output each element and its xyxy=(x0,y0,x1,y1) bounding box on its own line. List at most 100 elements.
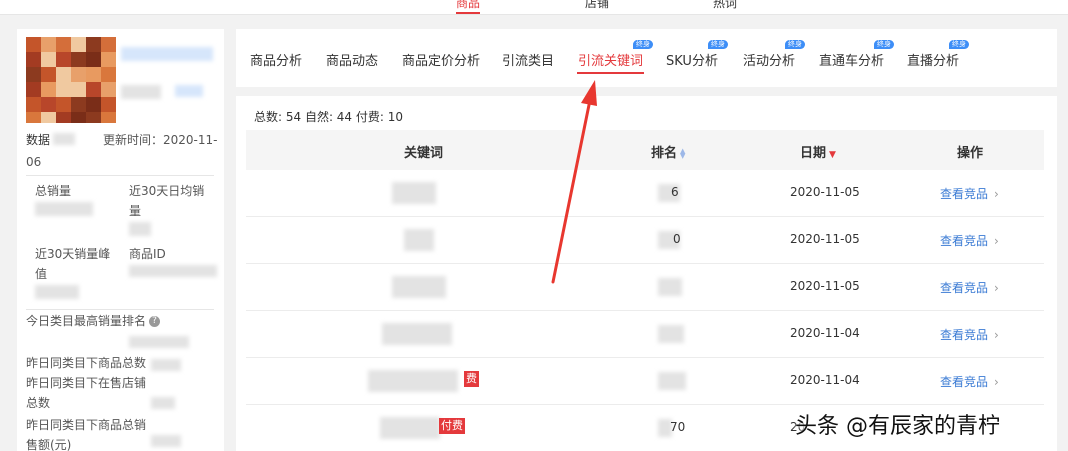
product-info-panel: 数据 更新时间：2020-11- 06 总销量 近30天日均销 量 近30天销量… xyxy=(17,29,224,451)
tab-product-dynamics[interactable]: 商品动态 xyxy=(326,50,378,69)
thumbnail-pixel xyxy=(101,112,116,123)
watermark: 头条 @有辰家的青柠 xyxy=(795,414,1000,439)
tab-live-analysis[interactable]: 直播分析 终身 xyxy=(907,40,970,69)
yesterday-shops-label: 昨日同类目下在售店铺 xyxy=(26,376,147,390)
help-icon[interactable]: ? xyxy=(149,316,161,327)
date-value: 2020-11-04 xyxy=(790,326,860,340)
redacted-shop xyxy=(121,85,161,99)
redacted-peak xyxy=(35,285,79,299)
lifetime-badge: 终身 xyxy=(949,40,970,49)
redacted-sales xyxy=(151,435,181,447)
thumbnail-pixel xyxy=(101,97,116,112)
avg-sales-label: 近30天日均销 xyxy=(129,184,205,198)
column-rank[interactable]: 排名 ▲ ▼ xyxy=(651,142,685,161)
redacted-total-sales xyxy=(35,202,93,216)
top-nav: 商品 店铺 热词 xyxy=(0,0,1068,15)
sort-icon[interactable]: ▲ ▼ xyxy=(680,147,685,159)
tab-product-analysis[interactable]: 商品分析 xyxy=(250,50,302,69)
category-rank-label: 今日类目最高销量排名? xyxy=(26,311,161,331)
keyword-summary: 总数: 54 自然: 44 付费: 10 xyxy=(254,110,404,124)
table-header: 关键词 排名 ▲ ▼ 日期 ▼ 操作 xyxy=(246,130,1044,170)
data-label: 数据 xyxy=(26,133,51,147)
paid-tag: 付费 xyxy=(439,418,465,434)
column-date[interactable]: 日期 ▼ xyxy=(800,142,836,161)
thumbnail-pixel xyxy=(101,67,116,82)
product-thumbnail[interactable] xyxy=(26,37,116,123)
redacted-keyword xyxy=(392,276,446,298)
thumbnail-pixel xyxy=(86,67,101,82)
divider xyxy=(26,175,214,176)
thumbnail-pixel xyxy=(71,112,86,123)
thumbnail-pixel xyxy=(101,52,116,67)
redacted-rank xyxy=(658,325,684,343)
table-row: 费 2020-11-04 查看竞品 › xyxy=(246,358,1044,405)
total-sales-label: 总销量 xyxy=(35,184,72,198)
avg-sales-label-2: 量 xyxy=(129,204,142,218)
redacted-shops xyxy=(151,397,175,409)
redacted-keyword xyxy=(404,229,434,251)
analysis-tabs: 商品分析 商品动态 商品定价分析 引流类目 引流关键词 终身 SKU分析 终身 活动… xyxy=(236,29,1057,87)
thumbnail-pixel xyxy=(41,97,56,112)
update-time-label: 更新时间：2020-11- xyxy=(103,133,218,147)
nav-item-hotwords[interactable]: 热词 xyxy=(713,0,737,11)
thumbnail-pixel xyxy=(56,67,71,82)
redacted-shop-link xyxy=(175,85,203,97)
divider xyxy=(26,309,214,310)
lifetime-badge: 终身 xyxy=(707,40,728,49)
tab-traffic-category[interactable]: 引流类目 xyxy=(502,50,554,69)
thumbnail-pixel xyxy=(101,82,116,97)
redacted-keyword xyxy=(368,370,458,392)
chevron-right-icon: › xyxy=(994,375,999,389)
rank-value: 6 xyxy=(671,185,679,199)
chevron-right-icon: › xyxy=(994,281,999,295)
redacted-keyword xyxy=(382,323,452,345)
lifetime-badge: 终身 xyxy=(785,40,806,49)
update-time-suffix: 06 xyxy=(26,155,42,169)
thumbnail-pixel xyxy=(86,112,101,123)
thumbnail-pixel xyxy=(41,82,56,97)
keyword-table-panel: 总数: 54 自然: 44 付费: 10 关键词 排名 ▲ ▼ 日期 ▼ 操作 6 2… xyxy=(236,96,1057,451)
sort-desc-icon[interactable]: ▼ xyxy=(829,150,836,160)
thumbnail-pixel xyxy=(26,112,41,123)
view-competitors-link[interactable]: 查看竞品 › xyxy=(940,232,999,249)
thumbnail-pixel xyxy=(41,67,56,82)
thumbnail-pixel xyxy=(26,52,41,67)
table-row: 2020-11-04 查看竞品 › xyxy=(246,311,1044,358)
date-value: 2020-11-05 xyxy=(790,185,860,199)
tab-express-analysis[interactable]: 直通车分析 终身 xyxy=(819,40,895,69)
thumbnail-pixel xyxy=(56,52,71,67)
thumbnail-pixel xyxy=(26,37,41,52)
tab-traffic-keywords[interactable]: 引流关键词 终身 xyxy=(576,40,654,74)
thumbnail-pixel xyxy=(26,82,41,97)
tab-pricing-analysis[interactable]: 商品定价分析 xyxy=(402,50,480,69)
tab-activity-analysis[interactable]: 活动分析 终身 xyxy=(743,40,806,69)
date-value: 2020-11-05 xyxy=(790,232,860,246)
column-action: 操作 xyxy=(957,146,984,161)
view-competitors-link[interactable]: 查看竞品 › xyxy=(940,373,999,390)
table-row: 2020-11-05 查看竞品 › xyxy=(246,264,1044,311)
redacted-count xyxy=(151,359,181,371)
nav-item-shops[interactable]: 店铺 xyxy=(585,0,609,11)
nav-item-products[interactable]: 商品 xyxy=(456,0,481,14)
chevron-right-icon: › xyxy=(994,328,999,342)
thumbnail-pixel xyxy=(71,37,86,52)
peak-sales-label: 近30天销量峰 xyxy=(35,247,111,261)
view-competitors-link[interactable]: 查看竞品 › xyxy=(940,185,999,202)
paid-tag: 费 xyxy=(464,371,479,387)
view-competitors-link[interactable]: 查看竞品 › xyxy=(940,279,999,296)
redacted-data xyxy=(53,133,75,145)
product-id-label: 商品ID xyxy=(129,247,166,261)
lifetime-badge: 终身 xyxy=(874,40,895,49)
chevron-right-icon: › xyxy=(994,234,999,248)
redacted-keyword xyxy=(380,417,440,439)
thumbnail-pixel xyxy=(71,67,86,82)
thumbnail-pixel xyxy=(56,97,71,112)
redacted-rank xyxy=(658,278,682,296)
table-row: 0 2020-11-05 查看竞品 › xyxy=(246,217,1044,264)
thumbnail-pixel xyxy=(86,97,101,112)
tab-sku-analysis[interactable]: SKU分析 终身 xyxy=(666,40,728,69)
view-competitors-link[interactable]: 查看竞品 › xyxy=(940,326,999,343)
thumbnail-pixel xyxy=(101,37,116,52)
thumbnail-pixel xyxy=(71,97,86,112)
thumbnail-pixel xyxy=(86,52,101,67)
